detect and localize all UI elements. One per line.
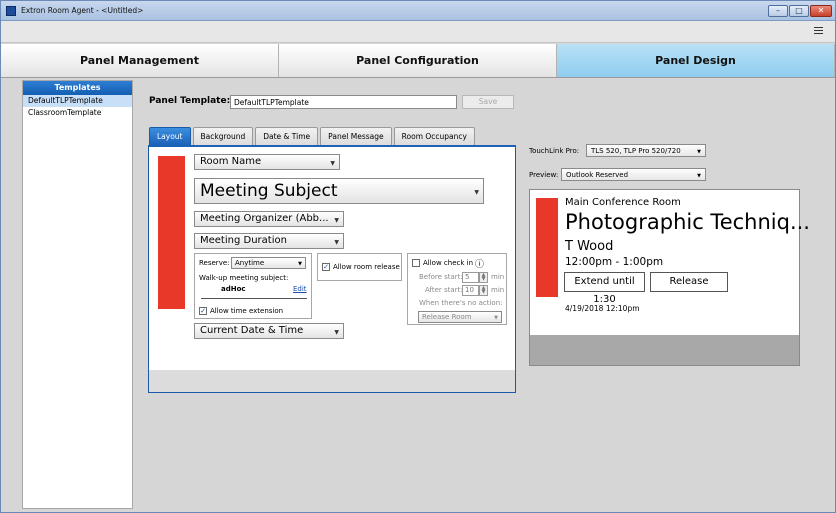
touchlink-label: TouchLink Pro:	[529, 147, 580, 155]
panel-design-content: Panel Template: DefaultTLPTemplate Save …	[134, 80, 835, 509]
check-in-box: Allow check in ⓘ Before start: 5 ▲ ▼ min …	[407, 253, 507, 325]
tab-panel-management[interactable]: Panel Management	[1, 44, 279, 77]
allow-room-release-checkbox[interactable]: ✓	[322, 263, 330, 271]
sidebar-item-classroom-template[interactable]: ClassroomTemplate	[23, 107, 132, 119]
after-start-stepper[interactable]: ▲ ▼	[479, 285, 488, 296]
templates-header: Templates	[23, 81, 132, 95]
preview-dropdown[interactable]: Outlook Reserved ▼	[561, 168, 706, 181]
meeting-organizer-dropdown[interactable]: Meeting Organizer (Abb... ▼	[194, 211, 344, 227]
close-button[interactable]: ✕	[810, 5, 832, 17]
design-sub-tabs: Layout Background Date & Time Panel Mess…	[149, 127, 477, 145]
meeting-organizer-label: Meeting Organizer (Abb...	[200, 213, 329, 224]
chevron-down-icon: ▼	[334, 329, 339, 336]
panel-template-label: Panel Template:	[149, 96, 231, 106]
sidebar-item-default-template[interactable]: DefaultTLPTemplate	[23, 95, 132, 107]
after-start-unit: min	[491, 286, 505, 294]
info-icon[interactable]: ⓘ	[475, 257, 484, 270]
preview-footer	[530, 335, 799, 365]
allow-time-extension-label: Allow time extension	[210, 307, 284, 315]
preview-date: 4/19/2018 12:10pm	[565, 304, 640, 313]
preview-organizer: T Wood	[565, 239, 614, 254]
chevron-down-icon: ▼	[697, 149, 701, 155]
reserve-value: Anytime	[235, 259, 265, 267]
chevron-down-icon: ▼	[474, 189, 479, 196]
hamburger-menu-icon[interactable]	[814, 27, 823, 35]
window-title: Extron Room Agent - <Untitled>	[21, 6, 144, 15]
reserve-box: Reserve: Anytime ▼ Walk-up meeting subjec…	[194, 253, 312, 319]
menu-bar	[1, 21, 835, 43]
chevron-down-icon: ▼	[697, 173, 701, 179]
maximize-button[interactable]: □	[789, 5, 809, 17]
preview-value: Outlook Reserved	[566, 171, 629, 179]
extend-button[interactable]: Extend until 1:30	[564, 272, 645, 305]
allow-time-extension-checkbox[interactable]: ✓	[199, 307, 207, 315]
room-release-box: ✓ Allow room release	[317, 253, 402, 281]
app-window: Extron Room Agent - <Untitled> – □ ✕ Pan…	[0, 0, 836, 513]
layout-panel: Room Name ▼ Meeting Subject ▼ Meeting Orga…	[148, 145, 516, 393]
chevron-down-icon: ▼	[330, 160, 335, 167]
panel-template-input[interactable]: DefaultTLPTemplate	[230, 95, 457, 109]
tab-room-occupancy[interactable]: Room Occupancy	[393, 127, 475, 145]
chevron-down-icon: ▼	[334, 217, 339, 224]
main-tabs: Panel Management Panel Configuration Pan…	[1, 44, 835, 78]
room-name-label: Room Name	[200, 156, 262, 167]
no-action-value: Release Room	[422, 313, 472, 321]
chevron-down-icon: ▼	[494, 315, 498, 321]
touchlink-dropdown[interactable]: TLS 520, TLP Pro 520/720 ▼	[586, 144, 706, 157]
edit-link[interactable]: Edit	[293, 285, 307, 293]
tab-panel-design[interactable]: Panel Design	[557, 44, 835, 77]
preview-label: Preview:	[529, 171, 559, 179]
extron-app-icon	[6, 6, 16, 16]
before-start-input[interactable]: 5	[462, 272, 479, 283]
reserve-dropdown[interactable]: Anytime ▼	[231, 257, 306, 269]
panel-preview: Main Conference Room Photographic Techni…	[529, 189, 810, 366]
tab-background[interactable]: Background	[192, 127, 254, 145]
tab-layout[interactable]: Layout	[149, 127, 191, 145]
divider	[201, 298, 307, 299]
minimize-button[interactable]: –	[768, 5, 788, 17]
meeting-duration-dropdown[interactable]: Meeting Duration ▼	[194, 233, 344, 249]
templates-sidebar: Templates DefaultTLPTemplate ClassroomTe…	[22, 80, 133, 509]
room-name-dropdown[interactable]: Room Name ▼	[194, 154, 340, 170]
preview-room-name: Main Conference Room	[565, 197, 681, 208]
walkup-label: Walk-up meeting subject:	[199, 274, 289, 282]
preview-time: 12:00pm - 1:00pm	[565, 256, 664, 268]
current-date-time-label: Current Date & Time	[200, 325, 304, 336]
current-date-time-dropdown[interactable]: Current Date & Time ▼	[194, 323, 344, 339]
before-start-stepper[interactable]: ▲ ▼	[479, 272, 488, 283]
after-start-label: After start:	[425, 286, 463, 294]
preview-meeting-subject: Photographic Techniq...	[565, 210, 810, 234]
meeting-duration-label: Meeting Duration	[200, 235, 287, 246]
meeting-subject-dropdown[interactable]: Meeting Subject ▼	[194, 178, 484, 204]
title-bar: Extron Room Agent - <Untitled> – □ ✕	[1, 1, 835, 21]
tab-panel-message[interactable]: Panel Message	[320, 127, 392, 145]
after-start-input[interactable]: 10	[462, 285, 479, 296]
before-start-unit: min	[491, 273, 505, 281]
tab-panel-configuration[interactable]: Panel Configuration	[279, 44, 557, 77]
allow-room-release-label: Allow room release	[333, 263, 400, 271]
allow-check-in-label: Allow check in	[423, 259, 474, 267]
preview-red-bar	[536, 198, 558, 297]
meeting-subject-label: Meeting Subject	[200, 181, 338, 201]
no-action-dropdown[interactable]: Release Room ▼	[418, 311, 502, 323]
chevron-down-icon: ▼	[298, 261, 302, 267]
layout-footer	[149, 370, 515, 392]
release-button[interactable]: Release	[650, 272, 728, 292]
allow-check-in-checkbox[interactable]	[412, 259, 420, 267]
save-button[interactable]: Save	[462, 95, 514, 109]
layout-red-bar	[158, 156, 185, 309]
before-start-label: Before start:	[419, 273, 463, 281]
walkup-value: adHoc	[221, 285, 246, 293]
tab-date-time[interactable]: Date & Time	[255, 127, 319, 145]
no-action-label: When there's no action:	[419, 299, 503, 307]
chevron-down-icon: ▼	[334, 239, 339, 246]
reserve-label: Reserve:	[199, 259, 230, 267]
touchlink-value: TLS 520, TLP Pro 520/720	[591, 147, 681, 155]
